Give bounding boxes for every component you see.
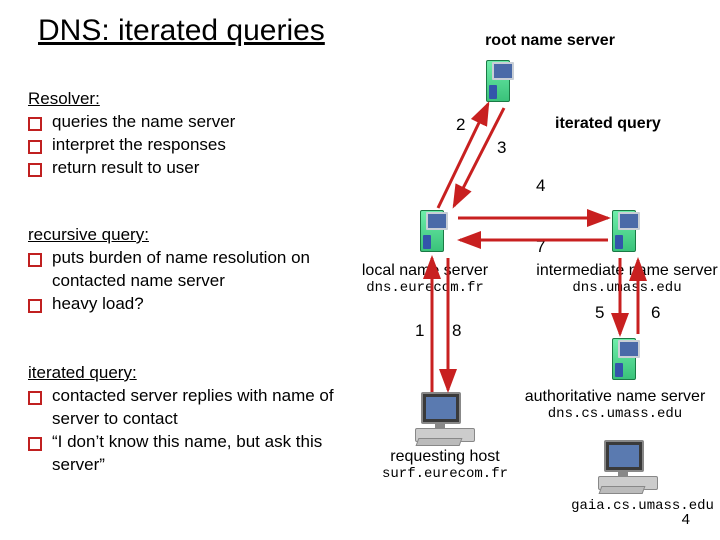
iterated-heading: iterated query: xyxy=(28,362,338,385)
bullet-icon xyxy=(28,391,42,405)
bullet-icon xyxy=(28,437,42,451)
local-title: local name server xyxy=(335,262,515,280)
local-server-icon xyxy=(420,210,454,252)
inter-title: intermediate name server xyxy=(522,262,720,280)
auth-title: authoritative name server xyxy=(510,388,720,406)
step-3: 3 xyxy=(497,138,506,158)
recursive-block: recursive query: puts burden of name res… xyxy=(28,224,318,316)
inter-host: dns.umass.edu xyxy=(522,280,720,296)
requesting-host-label: requesting host surf.eurecom.fr xyxy=(360,448,530,482)
step-7: 7 xyxy=(536,237,545,257)
bullet-icon xyxy=(28,117,42,131)
step-2: 2 xyxy=(456,115,465,135)
recursive-heading: recursive query: xyxy=(28,224,318,247)
auth-server-icon xyxy=(612,338,646,380)
gaia-label: gaia.cs.umass.edu xyxy=(555,498,720,514)
root-server-icon xyxy=(486,60,520,102)
root-label: root name server xyxy=(440,32,660,50)
resolver-heading: Resolver: xyxy=(28,88,338,111)
bullet-icon xyxy=(28,299,42,313)
step-6: 6 xyxy=(651,303,660,323)
step-8: 8 xyxy=(452,321,461,341)
intermediate-server-label: intermediate name server dns.umass.edu xyxy=(522,262,720,296)
recursive-b1: puts burden of name resolution on contac… xyxy=(28,247,318,293)
bullet-icon xyxy=(28,163,42,177)
gaia-host-icon xyxy=(598,440,660,492)
iterated-block: iterated query: contacted server replies… xyxy=(28,362,338,477)
bullet-icon xyxy=(28,140,42,154)
slide-title: DNS: iterated queries xyxy=(38,14,325,48)
auth-server-label: authoritative name server dns.cs.umass.e… xyxy=(510,388,720,422)
page-number: 4 xyxy=(682,511,690,528)
bullet-icon xyxy=(28,253,42,267)
step-1: 1 xyxy=(415,321,424,341)
requesting-host-icon xyxy=(415,392,477,444)
resolver-block: Resolver: queries the name server interp… xyxy=(28,88,338,180)
iterated-b1: contacted server replies with name of se… xyxy=(28,385,338,431)
auth-host: dns.cs.umass.edu xyxy=(510,406,720,422)
resolver-b3: return result to user xyxy=(28,157,338,180)
step-5: 5 xyxy=(595,303,604,323)
iterated-query-label: iterated query xyxy=(555,115,705,133)
resolver-b2: interpret the responses xyxy=(28,134,338,157)
local-server-label: local name server dns.eurecom.fr xyxy=(335,262,515,296)
req-host: surf.eurecom.fr xyxy=(360,466,530,482)
recursive-b2: heavy load? xyxy=(28,293,318,316)
intermediate-server-icon xyxy=(612,210,646,252)
iterated-b2: “I don’t know this name, but ask this se… xyxy=(28,431,338,477)
local-host: dns.eurecom.fr xyxy=(335,280,515,296)
req-title: requesting host xyxy=(360,448,530,466)
step-4: 4 xyxy=(536,176,545,196)
resolver-b1: queries the name server xyxy=(28,111,338,134)
